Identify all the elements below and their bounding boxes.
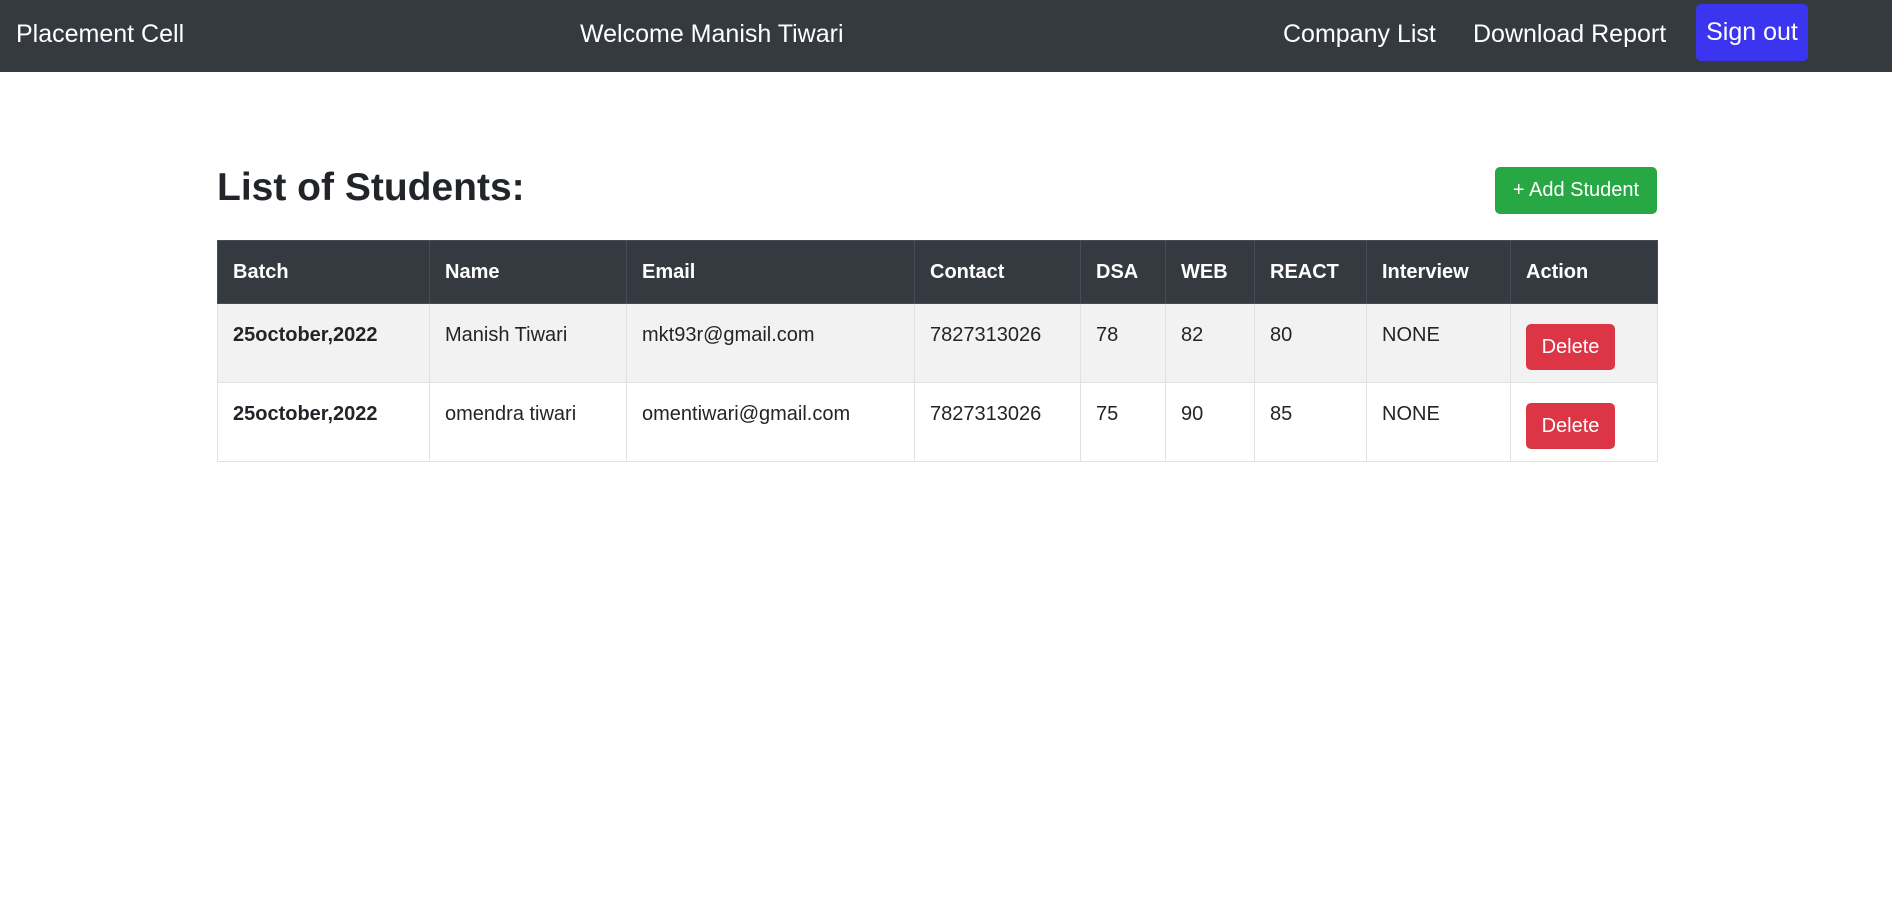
download-report-link[interactable]: Download Report xyxy=(1473,18,1666,50)
header-contact: Contact xyxy=(914,240,1081,304)
cell-name: Manish Tiwari xyxy=(429,303,627,383)
header-interview: Interview xyxy=(1366,240,1511,304)
cell-react: 80 xyxy=(1254,303,1367,383)
header-email: Email xyxy=(626,240,915,304)
cell-interview: NONE xyxy=(1366,382,1511,462)
cell-batch: 25october,2022 xyxy=(217,303,430,383)
brand-link[interactable]: Placement Cell xyxy=(16,18,184,50)
cell-dsa: 78 xyxy=(1080,303,1166,383)
cell-dsa: 75 xyxy=(1080,382,1166,462)
cell-email: mkt93r@gmail.com xyxy=(626,303,915,383)
table-header-row: Batch Name Email Contact DSA WEB REACT I… xyxy=(217,240,1658,304)
cell-interview: NONE xyxy=(1366,303,1511,383)
header-action: Action xyxy=(1510,240,1658,304)
cell-web: 90 xyxy=(1165,382,1255,462)
header-batch: Batch xyxy=(217,240,430,304)
cell-contact: 7827313026 xyxy=(914,382,1081,462)
sign-out-button[interactable]: Sign out xyxy=(1696,4,1808,61)
cell-react: 85 xyxy=(1254,382,1367,462)
welcome-message: Welcome Manish Tiwari xyxy=(580,20,844,48)
cell-web: 82 xyxy=(1165,303,1255,383)
cell-email: omentiwari@gmail.com xyxy=(626,382,915,462)
cell-batch: 25october,2022 xyxy=(217,382,430,462)
students-table: Batch Name Email Contact DSA WEB REACT I… xyxy=(217,240,1658,462)
header-web: WEB xyxy=(1165,240,1255,304)
delete-button[interactable]: Delete xyxy=(1526,324,1615,370)
table-row: 25october,2022 Manish Tiwari mkt93r@gmai… xyxy=(217,303,1658,383)
header-react: REACT xyxy=(1254,240,1367,304)
cell-action: Delete xyxy=(1510,303,1658,383)
cell-name: omendra tiwari xyxy=(429,382,627,462)
add-student-button[interactable]: + Add Student xyxy=(1495,167,1657,214)
delete-button[interactable]: Delete xyxy=(1526,403,1615,449)
header-name: Name xyxy=(429,240,627,304)
table-row: 25october,2022 omendra tiwari omentiwari… xyxy=(217,382,1658,462)
header-dsa: DSA xyxy=(1080,240,1166,304)
cell-action: Delete xyxy=(1510,382,1658,462)
cell-contact: 7827313026 xyxy=(914,303,1081,383)
page-title: List of Students: xyxy=(217,166,525,209)
top-navbar: Placement Cell Welcome Manish Tiwari Com… xyxy=(0,0,1892,72)
company-list-link[interactable]: Company List xyxy=(1283,18,1436,50)
